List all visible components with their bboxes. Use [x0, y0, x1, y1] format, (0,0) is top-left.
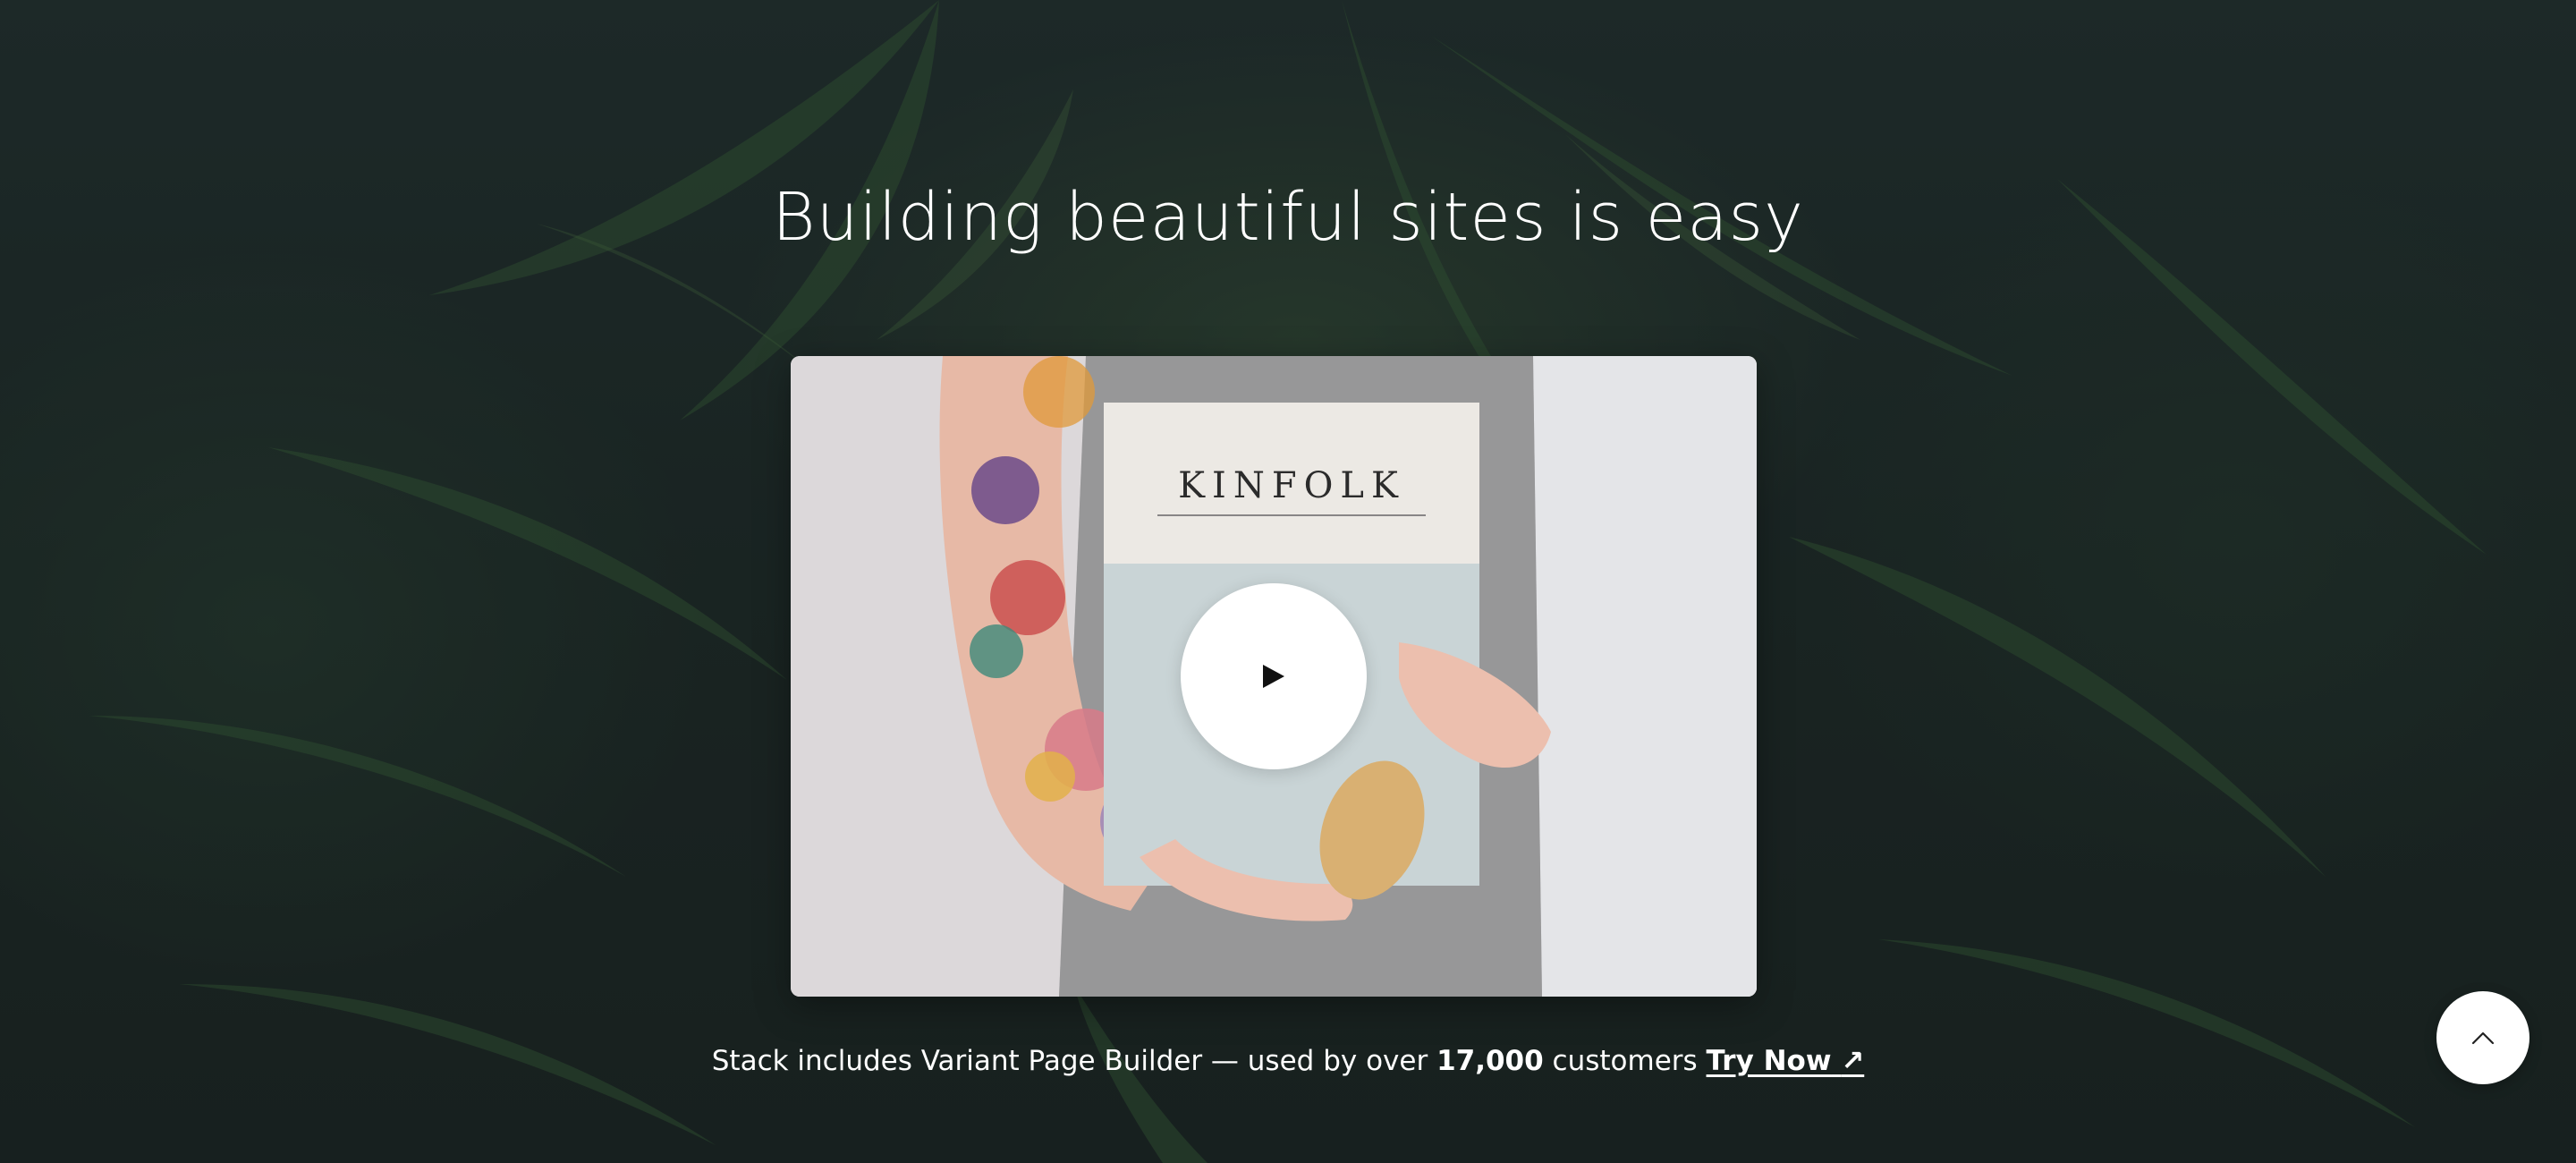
- arrow-up-right-icon: ↗: [1841, 1045, 1865, 1077]
- try-now-link[interactable]: Try Now ↗: [1707, 1045, 1865, 1077]
- tagline: Stack includes Variant Page Builder — us…: [0, 1045, 2576, 1077]
- video-thumbnail[interactable]: KINFOLK: [791, 356, 1757, 997]
- tagline-prefix: Stack includes Variant Page Builder — us…: [711, 1045, 1437, 1077]
- play-icon: [1263, 665, 1284, 688]
- scroll-to-top-button[interactable]: [2436, 991, 2529, 1084]
- magazine-title: KINFOLK: [1178, 465, 1405, 506]
- play-button[interactable]: [1181, 583, 1367, 769]
- tagline-suffix: customers: [1543, 1045, 1707, 1077]
- hero-section: Building beautiful sites is easy KINFOLK: [0, 0, 2576, 1163]
- page-title: Building beautiful sites is easy: [772, 179, 1804, 256]
- try-now-label: Try Now: [1706, 1045, 1832, 1077]
- chevron-up-icon: [2471, 1031, 2495, 1045]
- customer-count: 17,000: [1436, 1045, 1544, 1077]
